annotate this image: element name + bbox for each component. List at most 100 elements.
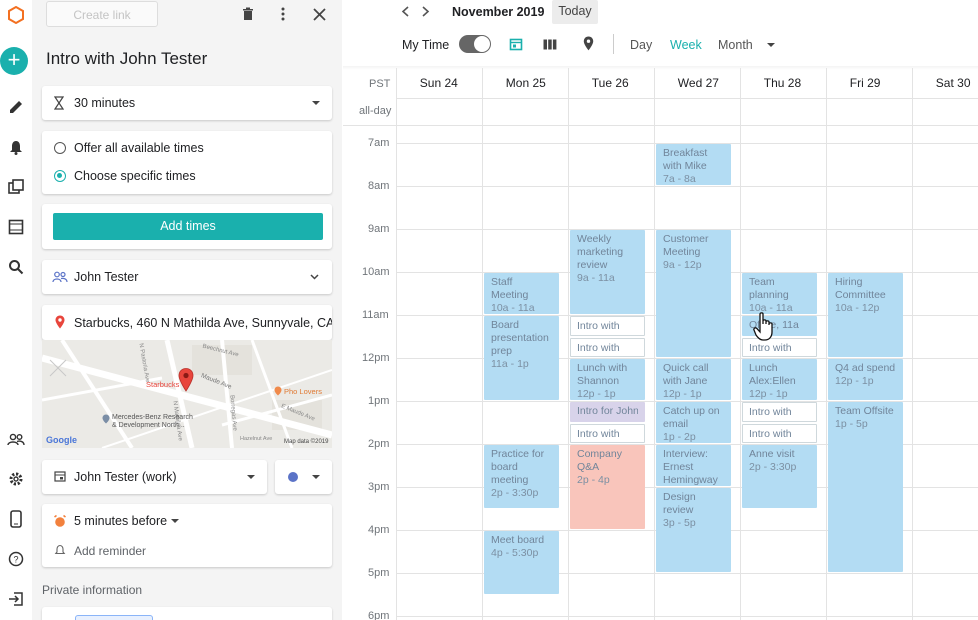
event-title: Intro with [749, 341, 792, 354]
day-column-line [912, 68, 913, 620]
event-time: 7a - 8a [663, 173, 696, 185]
calendar-event[interactable]: Meet board 4p - 5:30p [484, 531, 559, 594]
calendar-select[interactable]: John Tester (work) [42, 460, 267, 494]
trash-icon[interactable] [238, 4, 258, 24]
calendar-event[interactable]: Staff Meeting 10a - 11a [484, 273, 559, 314]
day-header[interactable]: Sat 30 [936, 76, 971, 90]
private-info-chip[interactable] [75, 615, 153, 620]
mobile-icon[interactable] [4, 507, 28, 531]
location-map[interactable]: Beechnut Ave N Pastoria Ave Maude Ave E … [42, 340, 332, 448]
day-header[interactable]: Mon 25 [506, 76, 546, 90]
calendar-event[interactable]: Design review 3p - 5p [656, 488, 731, 572]
reminder-value[interactable]: 5 minutes before [74, 514, 167, 528]
logout-icon[interactable] [4, 587, 28, 611]
my-time-toggle[interactable] [459, 35, 491, 53]
calendar-event[interactable]: Intro with [570, 337, 645, 357]
timezone-label: PST [369, 78, 391, 90]
event-title: Meet board [491, 534, 545, 546]
calendar-event[interactable]: Weekly marketing review 9a - 11a [570, 230, 645, 314]
create-link-button[interactable]: Create link [46, 1, 158, 27]
day-header[interactable]: Wed 27 [678, 76, 719, 90]
calendar-event[interactable]: Lunch Alex:Ellen 12p - 1p [742, 359, 817, 400]
day-header[interactable]: Fri 29 [850, 76, 881, 90]
chevron-down-icon [312, 475, 320, 479]
event-title: Intro with [577, 341, 620, 354]
header-divider [396, 98, 978, 99]
view-week[interactable]: Week [670, 38, 702, 52]
guest-select[interactable]: John Tester [42, 260, 332, 294]
day-column-line [826, 68, 827, 620]
calendar-event[interactable]: Intro with [570, 316, 645, 336]
event-time: 4p - 5:30p [491, 547, 539, 559]
calendar-event[interactable]: Hiring Committee 10a - 12p [828, 273, 903, 357]
calendar-event[interactable]: Intro with [742, 402, 817, 422]
more-vertical-icon[interactable] [273, 4, 293, 24]
calendar-event[interactable]: Catch up on email 1p - 2p [656, 402, 731, 443]
day-column-line [740, 68, 741, 620]
offer-all-label[interactable]: Offer all available times [74, 141, 204, 155]
chevron-left-icon[interactable] [401, 6, 410, 17]
color-select[interactable] [275, 460, 332, 494]
calendar-event[interactable]: Intro with [742, 423, 817, 443]
location-view-icon[interactable] [583, 36, 594, 51]
calendar-event[interactable]: Customer Meeting 9a - 12p [656, 230, 731, 357]
chevron-down-icon [247, 475, 255, 479]
event-time: 10a - 12p [835, 302, 880, 314]
map-attribution: Map data ©2019 [284, 439, 329, 445]
calendar-event[interactable]: Company Q&A 2p - 4p [570, 445, 645, 529]
day-column-line [568, 68, 569, 620]
help-icon[interactable]: ? [4, 547, 28, 571]
chevron-down-icon[interactable] [767, 43, 775, 47]
hour-label: 11am [362, 309, 389, 321]
calendar-view-icon[interactable] [509, 37, 523, 51]
day-header[interactable]: Thu 28 [764, 76, 801, 90]
calendar-event[interactable]: Team planning 10a - 11a [742, 273, 817, 314]
calendar-event[interactable]: Interview: Ernest Hemingway [656, 445, 731, 486]
add-event-button[interactable]: + [0, 47, 28, 75]
calendar-event[interactable]: Intro with [570, 423, 645, 443]
calendar-event[interactable]: Quick call with Jane 12p - 1p [656, 359, 731, 400]
close-icon[interactable] [309, 4, 329, 24]
app-logo-icon[interactable] [4, 3, 28, 27]
film-icon[interactable] [4, 215, 28, 239]
add-reminder-link[interactable]: Add reminder [74, 544, 146, 558]
event-title[interactable]: Intro with John Tester [46, 49, 207, 69]
bell-icon[interactable] [4, 135, 28, 159]
settings-gear-icon[interactable] [4, 467, 28, 491]
calendar-event[interactable]: Team Offsite 1p - 5p [828, 402, 903, 572]
calendar-event[interactable]: Intro for John , [570, 402, 645, 422]
calendar-event[interactable]: Q4 ad spend 12p - 1p [828, 359, 903, 400]
calendar-event[interactable]: Breakfast with Mike 7a - 8a [656, 144, 731, 185]
radio-choose-specific[interactable] [54, 170, 66, 182]
choose-specific-label[interactable]: Choose specific times [74, 169, 196, 183]
calendar-event[interactable]: Anne visit 2p - 3:30p [742, 445, 817, 508]
day-header[interactable]: Sun 24 [420, 76, 458, 90]
edit-icon[interactable] [4, 95, 28, 119]
view-month[interactable]: Month [718, 38, 753, 52]
duration-value: 30 minutes [74, 96, 136, 110]
calendar-event[interactable]: Board presentation prep 11a - 1p [484, 316, 559, 400]
event-time: 12p - 1p [749, 388, 788, 400]
search-icon[interactable] [4, 255, 28, 279]
chevron-right-icon[interactable] [421, 6, 430, 17]
poi-pin-icon [274, 386, 282, 396]
duration-select[interactable]: 30 minutes [42, 86, 332, 120]
availability-options: Offer all available times Choose specifi… [42, 131, 332, 194]
event-time: 2p - 3:30p [491, 487, 539, 499]
view-day[interactable]: Day [630, 38, 652, 52]
hour-label: 9am [368, 223, 390, 235]
private-info-heading: Private information [42, 583, 143, 597]
hour-line [396, 186, 978, 187]
columns-view-icon[interactable] [543, 39, 557, 50]
calendar-event[interactable]: Lunch with Shannon 12p - 1p [570, 359, 645, 400]
calendars-icon[interactable] [4, 175, 28, 199]
add-times-button[interactable]: Add times [53, 213, 323, 240]
today-button[interactable]: Today [552, 0, 598, 24]
day-header[interactable]: Tue 26 [592, 76, 629, 90]
chevron-down-icon[interactable] [171, 519, 179, 523]
radio-offer-all[interactable] [54, 142, 66, 154]
location-field[interactable]: Starbucks, 460 N Mathilda Ave, Sunnyvale… [42, 305, 332, 340]
people-icon[interactable] [4, 428, 28, 452]
calendar-event[interactable]: Practice for board meeting 2p - 3:30p [484, 445, 559, 508]
event-title: Team planning [749, 276, 789, 301]
